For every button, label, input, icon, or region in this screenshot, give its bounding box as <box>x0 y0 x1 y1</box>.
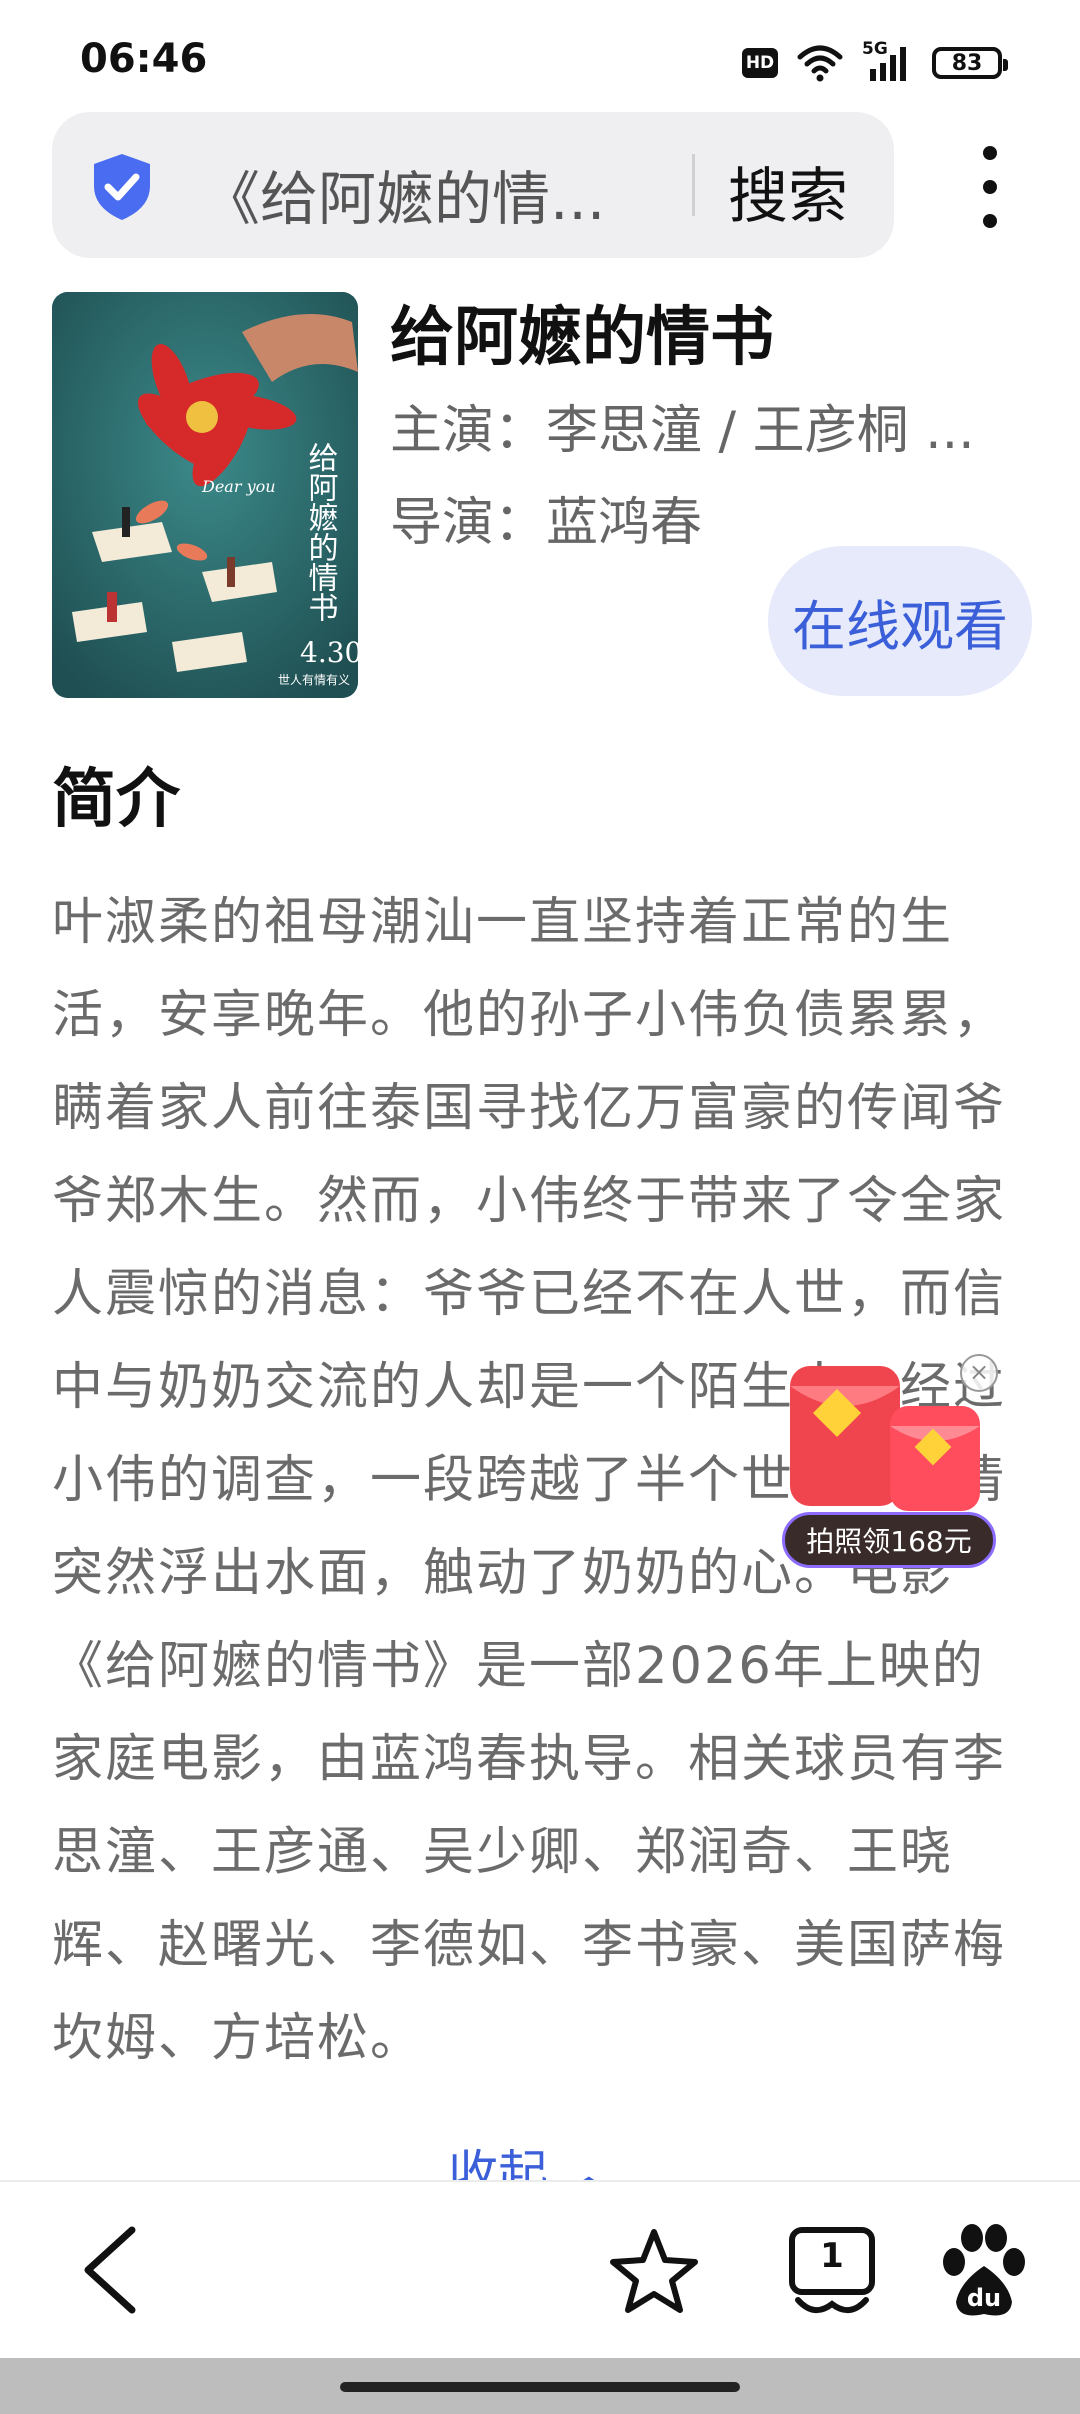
search-bar[interactable]: 《给阿嬷的情... 搜索 <box>52 112 894 258</box>
baidu-du-text: du <box>966 2284 1002 2312</box>
favorite-star-icon[interactable] <box>606 2224 702 2320</box>
home-indicator[interactable] <box>340 2382 740 2392</box>
clock: 06:46 <box>80 36 208 82</box>
search-divider <box>692 154 695 216</box>
movie-title[interactable]: 给阿嬷的情书 <box>390 286 774 378</box>
search-button[interactable]: 搜索 <box>728 148 848 235</box>
ad-close-icon[interactable]: × <box>960 1354 998 1392</box>
tabs-icon[interactable]: 1 <box>784 2222 880 2322</box>
gesture-navigation-area <box>0 2358 1080 2414</box>
baidu-paw-icon[interactable]: du <box>938 2222 1028 2322</box>
back-arrow-icon[interactable] <box>76 2222 146 2318</box>
battery-level: 83 <box>951 50 983 76</box>
more-menu-icon[interactable] <box>970 146 1010 236</box>
movie-cast: 主演：李思潼 / 王彦桐 ... <box>390 401 975 461</box>
hd-icon: HD <box>742 48 778 78</box>
bottom-navigation-bar: 1 du <box>0 2180 1080 2360</box>
tab-count: 1 <box>820 2236 844 2276</box>
wifi-icon <box>797 45 843 82</box>
poster-vertical-title: 给阿嬷的情书 <box>303 442 339 622</box>
poster-english-title: Dear you <box>201 477 276 496</box>
search-input[interactable]: 《给阿嬷的情... <box>202 152 682 236</box>
movie-director: 导演：蓝鸿春 <box>390 493 703 553</box>
poster-tagline: 世人有情有义 <box>278 673 350 687</box>
poster-image: 给阿嬷的情书 4.30 世人有情有义 Dear you <box>52 292 358 698</box>
ad-label[interactable]: 拍照领168元 <box>782 1512 996 1568</box>
shield-icon <box>94 154 150 220</box>
poster-date: 4.30 <box>300 636 358 669</box>
movie-poster[interactable]: 给阿嬷的情书 4.30 世人有情有义 Dear you <box>52 292 358 698</box>
battery-icon: 83 <box>932 47 1008 79</box>
status-bar: 06:46 HD 5G 83 <box>0 0 1080 120</box>
cellular-signal-icon: 5G <box>862 39 914 83</box>
status-icons: HD 5G 83 <box>742 38 1008 88</box>
watch-online-button[interactable]: 在线观看 <box>768 546 1032 696</box>
intro-heading: 简介 <box>52 763 180 837</box>
